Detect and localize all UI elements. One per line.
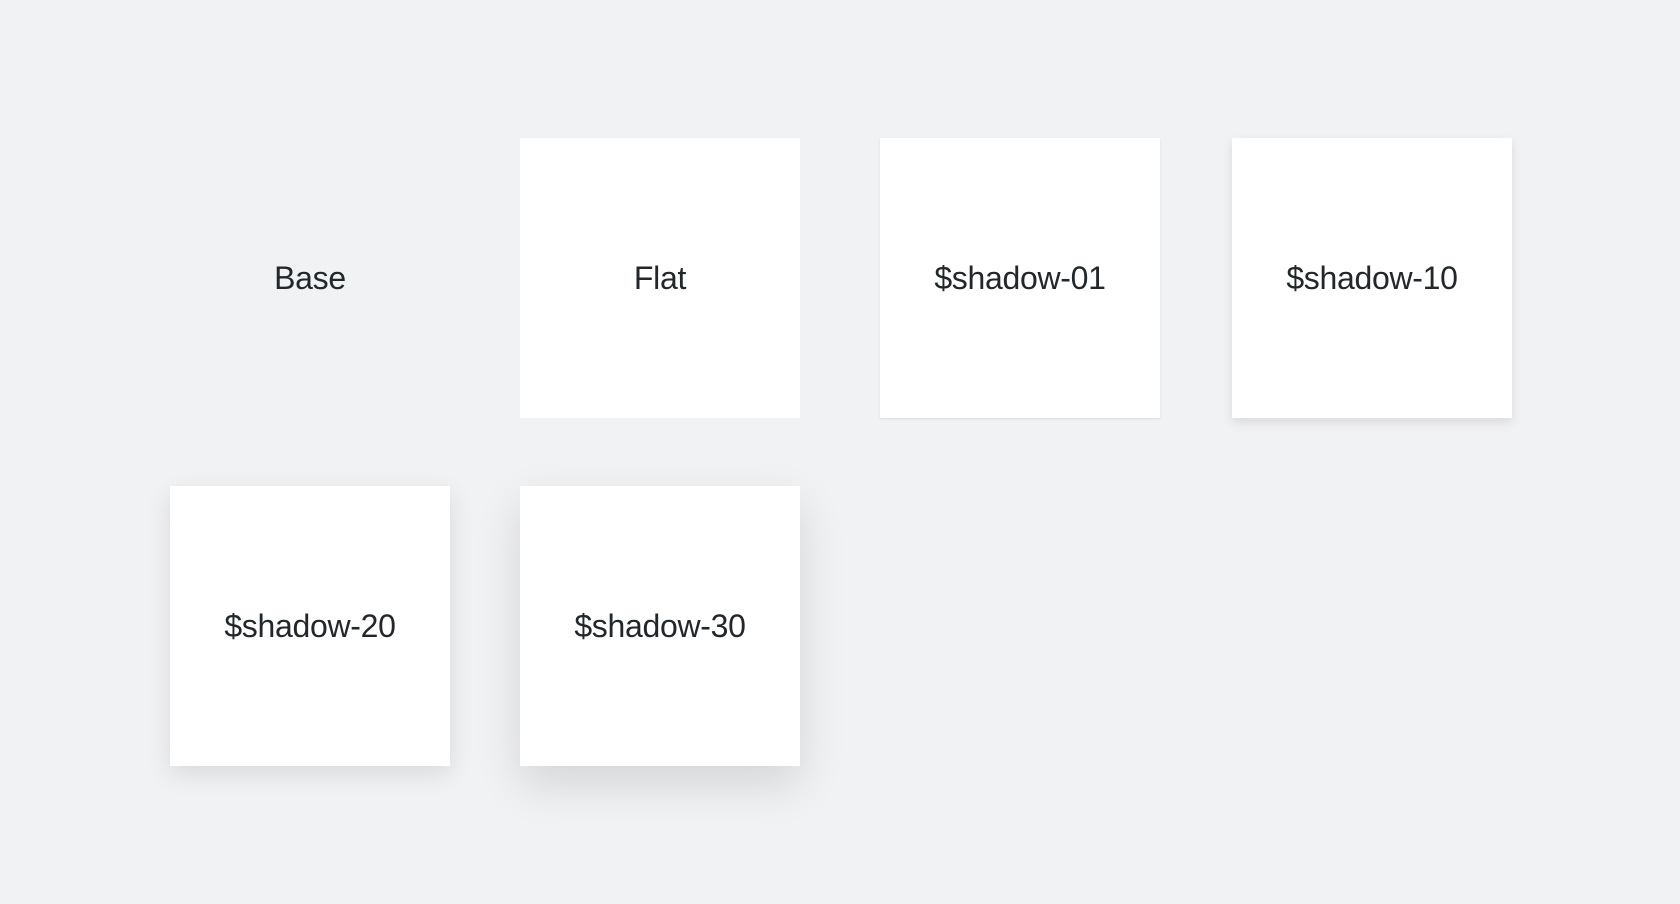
tile-flat: Flat (520, 138, 800, 418)
tile-shadow-20: $shadow-20 (170, 486, 450, 766)
tile-label: $shadow-01 (934, 260, 1106, 296)
tile-shadow-30: $shadow-30 (520, 486, 800, 766)
tile-label: Base (274, 260, 346, 296)
tile-label: $shadow-10 (1286, 260, 1458, 296)
tile-shadow-01: $shadow-01 (880, 138, 1160, 418)
elevation-showcase: Base Flat $shadow-01 $shadow-10 $shadow-… (0, 0, 1680, 904)
tile-base: Base (170, 138, 450, 418)
tile-label: $shadow-30 (574, 608, 746, 644)
tile-shadow-10: $shadow-10 (1232, 138, 1512, 418)
tile-label: Flat (633, 260, 687, 296)
tile-label: $shadow-20 (224, 608, 396, 644)
